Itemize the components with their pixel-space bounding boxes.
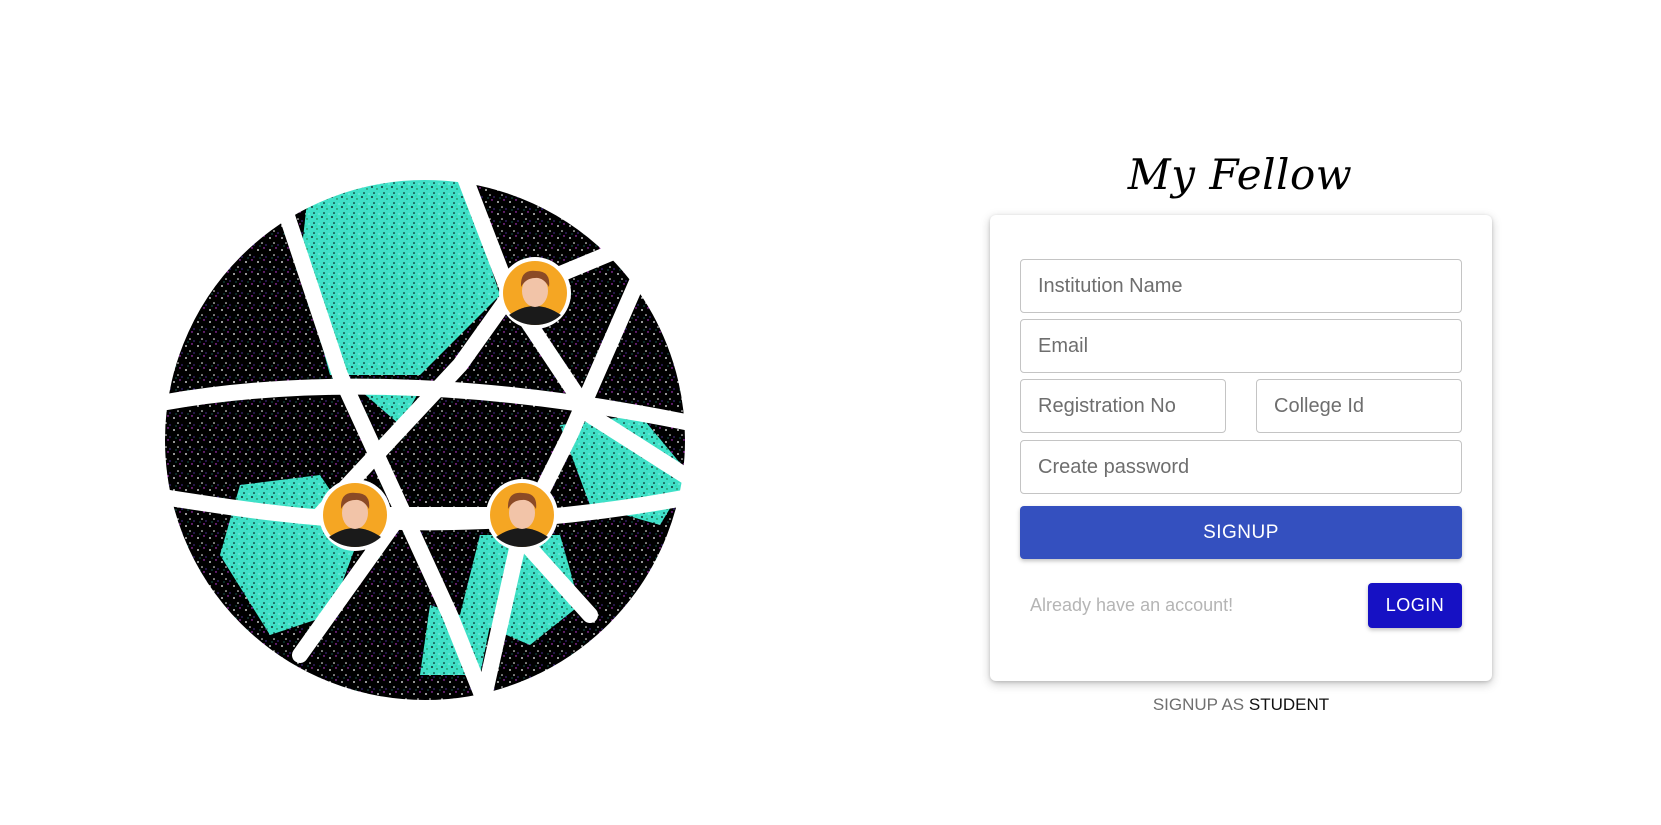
network-globe-illustration [160, 175, 690, 705]
institution-name-field[interactable] [1020, 259, 1462, 313]
signup-as-student-link[interactable]: STUDENT [1249, 695, 1329, 714]
brand-title: My Fellow [1127, 150, 1353, 199]
college-id-input[interactable] [1257, 380, 1461, 432]
person-avatar-icon [486, 479, 558, 551]
signup-button[interactable]: SIGNUP [1020, 506, 1462, 559]
signup-as-footer: SIGNUP AS STUDENT [990, 695, 1492, 715]
registration-no-field[interactable] [1020, 379, 1226, 433]
email-input[interactable] [1021, 320, 1461, 372]
signup-as-prefix: SIGNUP AS [1152, 695, 1245, 714]
person-avatar-icon [499, 257, 571, 329]
college-id-field[interactable] [1256, 379, 1462, 433]
registration-no-input[interactable] [1021, 380, 1225, 432]
password-field[interactable] [1020, 440, 1462, 494]
person-avatar-icon [319, 479, 391, 551]
already-have-account-text: Already have an account! [1030, 595, 1234, 615]
network-globe-icon [161, 176, 689, 704]
login-button[interactable]: LOGIN [1368, 583, 1462, 628]
password-input[interactable] [1021, 441, 1461, 493]
email-field[interactable] [1020, 319, 1462, 373]
signup-page: My Fellow SIGNUP Already have an account… [0, 0, 1661, 825]
signup-card: SIGNUP Already have an account! LOGIN [990, 215, 1492, 681]
institution-name-input[interactable] [1021, 260, 1461, 312]
